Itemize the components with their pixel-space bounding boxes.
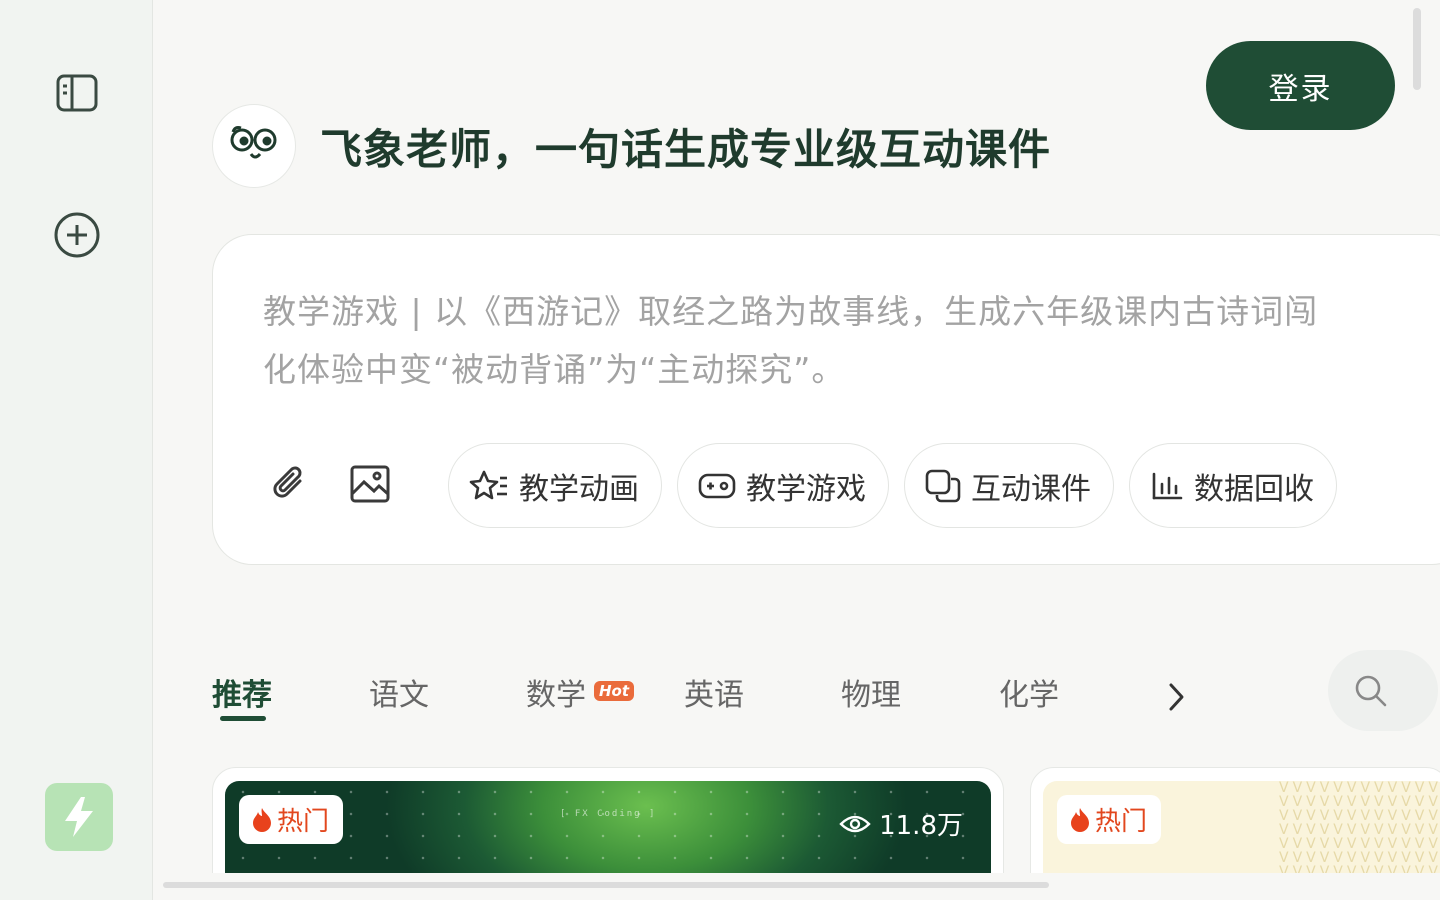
tab-chinese[interactable]: 语文 (369, 670, 429, 714)
thumbnail-caption: [ FX Coding ] (560, 809, 657, 819)
image-icon (350, 465, 390, 503)
hot-tag: 热门 (1057, 795, 1162, 844)
prompt-placeholder[interactable]: 教学游戏 | 以《西游记》取经之路为故事线，生成六年级课内古诗词闯 化体验中变“… (263, 283, 1440, 399)
chip-interactive-courseware[interactable]: 互动课件 (904, 443, 1114, 528)
tab-label: 英语 (684, 678, 744, 713)
main-content: 登录 飞象老师，一句话生成专业级互动课件 教学游戏 | 以《西游记》取经之路为故… (153, 0, 1440, 900)
tab-recommended[interactable]: 推荐 (212, 670, 272, 721)
chevron-right-icon (1169, 683, 1184, 711)
tab-physics[interactable]: 物理 (841, 670, 901, 714)
tab-label: 化学 (999, 678, 1059, 713)
flame-icon (253, 807, 271, 832)
search-button[interactable] (1328, 650, 1438, 731)
hot-badge: Hot (594, 681, 635, 701)
upload-image-button[interactable] (347, 461, 393, 507)
eye-icon (839, 815, 871, 832)
tab-label: 数学 (526, 678, 586, 713)
paperclip-icon (273, 466, 302, 498)
gamepad-icon (698, 473, 736, 498)
hot-tag-label: 热门 (1095, 807, 1148, 837)
bar-chart-icon (1152, 472, 1183, 499)
copy-pages-icon (925, 469, 961, 502)
vertical-scrollbar[interactable] (1413, 8, 1421, 90)
hero: 飞象老师，一句话生成专业级互动课件 (212, 104, 1051, 188)
page-title: 飞象老师，一句话生成专业级互动课件 (320, 124, 1052, 174)
chip-teaching-game[interactable]: 教学游戏 (677, 443, 889, 528)
sidebar-panel-icon (56, 74, 98, 112)
mascot-avatar (212, 104, 296, 188)
active-tab-indicator (220, 716, 266, 721)
tab-chemistry[interactable]: 化学 (999, 670, 1059, 714)
app-logo[interactable] (45, 783, 113, 851)
search-icon (1355, 675, 1387, 706)
login-button[interactable]: 登录 (1206, 41, 1395, 130)
mode-chips: 教学动画 教学游戏 互动课件 数据回收 (448, 443, 1337, 528)
tab-label: 语文 (369, 678, 429, 713)
plus-circle-icon (54, 212, 100, 258)
hot-tag-label: 热门 (277, 807, 330, 837)
new-chat-button[interactable] (50, 208, 104, 262)
horizontal-scrollbar[interactable] (163, 882, 1049, 888)
placeholder-line-1: 教学游戏 | 以《西游记》取经之路为故事线，生成六年级课内古诗词闯 (263, 292, 1319, 331)
chip-label: 数据回收 (1194, 471, 1314, 507)
sparkle-star-icon (469, 470, 507, 499)
chip-label: 互动课件 (971, 471, 1091, 507)
toggle-sidebar-button[interactable] (50, 66, 104, 120)
chip-label: 教学动画 (519, 471, 639, 507)
attach-file-button[interactable] (267, 461, 313, 507)
tab-label: 物理 (841, 678, 901, 713)
chip-data-collection[interactable]: 数据回收 (1129, 443, 1337, 528)
flame-icon (1071, 807, 1089, 832)
chip-label: 教学游戏 (746, 471, 866, 507)
mascot-face-icon (230, 126, 277, 159)
prompt-input-card[interactable]: 教学游戏 | 以《西游记》取经之路为故事线，生成六年级课内古诗词闯 化体验中变“… (212, 234, 1440, 565)
tabs-next-button[interactable] (1161, 677, 1191, 717)
tab-math[interactable]: 数学 Hot (526, 670, 635, 714)
lightning-logo-icon (65, 797, 93, 837)
tab-label: 推荐 (212, 678, 272, 713)
view-count-value: 11.8万 (879, 811, 963, 841)
tab-english[interactable]: 英语 (684, 670, 744, 714)
sidebar (0, 0, 153, 900)
hot-tag: 热门 (239, 795, 344, 844)
chip-teaching-animation[interactable]: 教学动画 (448, 443, 662, 528)
view-count: 11.8万 (839, 805, 963, 842)
placeholder-line-2: 化体验中变“被动背诵”为“主动探究”。 (263, 350, 846, 389)
